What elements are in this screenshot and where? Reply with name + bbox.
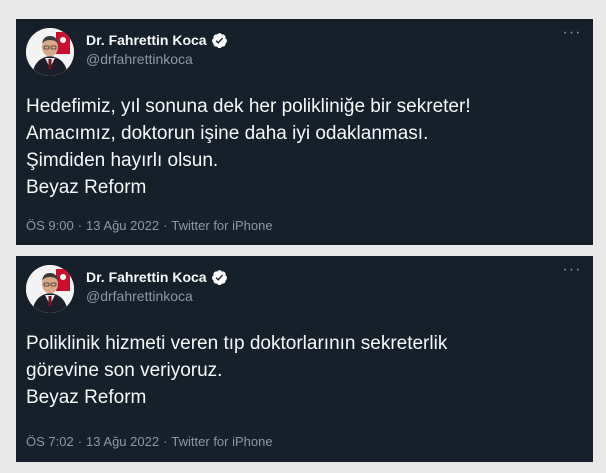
tweet-card[interactable]: Dr. Fahrettin Koca @drfahrettinkoca ··· … — [16, 256, 593, 462]
tweet-meta: ÖS 9:00 · 13 Ağu 2022 · Twitter for iPhone — [26, 218, 273, 233]
author-name[interactable]: Dr. Fahrettin Koca — [86, 269, 207, 285]
author-name-row[interactable]: Dr. Fahrettin Koca — [86, 268, 228, 286]
meta-separator: · — [77, 218, 83, 233]
tweet-text-line: Poliklinik hizmeti veren tıp doktorların… — [26, 333, 448, 354]
author-name-row[interactable]: Dr. Fahrettin Koca — [86, 31, 228, 49]
verified-badge-icon — [211, 32, 228, 49]
tweet-time[interactable]: ÖS 7:02 — [26, 434, 74, 449]
meta-separator: · — [163, 218, 168, 233]
author-name[interactable]: Dr. Fahrettin Koca — [86, 32, 207, 48]
tweet-text-line: Beyaz Reform — [26, 387, 147, 408]
more-options-icon[interactable]: ··· — [561, 25, 583, 41]
tweet-time[interactable]: ÖS 9:00 — [26, 218, 74, 233]
tweet-text-line: Şimdiden hayırlı olsun. — [26, 150, 219, 171]
avatar-image — [26, 28, 74, 76]
tweet-source[interactable]: Twitter for iPhone — [171, 218, 272, 233]
avatar[interactable] — [26, 28, 74, 76]
tweet-date[interactable]: 13 Ağu 2022 — [86, 434, 159, 449]
tweet-text-line: görevine son veriyoruz. — [26, 360, 223, 381]
more-options-icon[interactable]: ··· — [561, 262, 583, 278]
meta-separator: · — [163, 434, 168, 449]
tweet-meta: ÖS 7:02 · 13 Ağu 2022 · Twitter for iPhone — [26, 434, 273, 449]
tweet-text: Poliklinik hizmeti veren tıp doktorların… — [26, 330, 447, 411]
author-handle[interactable]: @drfahrettinkoca — [86, 51, 193, 67]
tweet-text-line: Amacımız, doktorun işine daha iyi odakla… — [26, 123, 429, 144]
meta-separator: · — [77, 434, 83, 449]
tweet-text-line: Hedefimiz, yıl sonuna dek her polikliniğ… — [26, 96, 471, 117]
tweet-text: Hedefimiz, yıl sonuna dek her polikliniğ… — [26, 93, 471, 201]
tweet-text-line: Beyaz Reform — [26, 177, 147, 198]
tweet-source[interactable]: Twitter for iPhone — [171, 434, 272, 449]
verified-badge-icon — [211, 269, 228, 286]
tweet-card[interactable]: Dr. Fahrettin Koca @drfahrettinkoca ··· … — [16, 19, 593, 245]
avatar[interactable] — [26, 265, 74, 313]
author-handle[interactable]: @drfahrettinkoca — [86, 288, 193, 304]
tweet-date[interactable]: 13 Ağu 2022 — [86, 218, 159, 233]
avatar-image — [26, 265, 74, 313]
